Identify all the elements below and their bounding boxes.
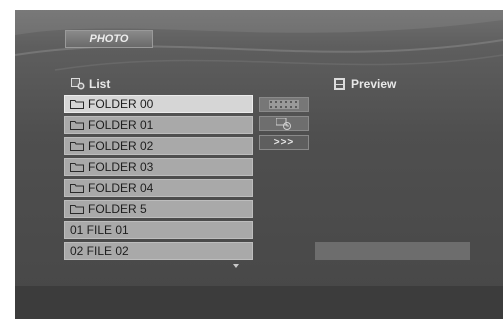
list-item-file[interactable]: 01 FILE 01 bbox=[64, 221, 253, 239]
slideshow-icon bbox=[276, 117, 291, 130]
list-item-label: FOLDER 5 bbox=[88, 202, 147, 216]
list-item-label: FOLDER 02 bbox=[88, 139, 154, 153]
slideshow-button[interactable] bbox=[259, 116, 309, 131]
list-item-folder[interactable]: FOLDER 01 bbox=[64, 116, 253, 134]
tab-photo[interactable]: PHOTO bbox=[65, 30, 153, 48]
filmstrip-icon bbox=[269, 100, 299, 109]
list-header: List bbox=[71, 77, 110, 91]
bottom-bar bbox=[15, 286, 503, 319]
info-bar bbox=[315, 242, 470, 260]
file-list: FOLDER 00 FOLDER 01 FOLDER 02 FOLDER 03 … bbox=[64, 95, 253, 263]
list-item-file[interactable]: 02 FILE 02 bbox=[64, 242, 253, 260]
list-title: List bbox=[89, 77, 111, 91]
folder-icon bbox=[70, 100, 84, 109]
folder-icon bbox=[70, 121, 84, 130]
list-item-folder[interactable]: FOLDER 04 bbox=[64, 179, 253, 197]
filmstrip-button[interactable] bbox=[259, 97, 309, 112]
folder-icon bbox=[70, 142, 84, 151]
list-photo-icon bbox=[71, 78, 85, 90]
list-item-folder[interactable]: FOLDER 02 bbox=[64, 137, 253, 155]
preview-header: Preview bbox=[333, 77, 396, 91]
folder-icon bbox=[70, 205, 84, 214]
folder-icon bbox=[70, 184, 84, 193]
folder-icon bbox=[70, 163, 84, 172]
list-item-folder[interactable]: FOLDER 5 bbox=[64, 200, 253, 218]
list-item-folder[interactable]: FOLDER 00 bbox=[64, 95, 253, 113]
preview-icon bbox=[334, 78, 345, 90]
list-item-label: FOLDER 03 bbox=[88, 160, 154, 174]
preview-title: Preview bbox=[351, 77, 397, 91]
list-item-label: FOLDER 01 bbox=[88, 118, 154, 132]
list-item-label: 02 FILE 02 bbox=[70, 244, 129, 258]
chevron-down-icon[interactable] bbox=[233, 264, 239, 268]
list-item-label: FOLDER 00 bbox=[88, 97, 154, 111]
photo-menu-screen: PHOTO List Preview FOLDER 00 FOLDER 01 F… bbox=[15, 10, 503, 319]
list-item-folder[interactable]: FOLDER 03 bbox=[64, 158, 253, 176]
list-item-label: FOLDER 04 bbox=[88, 181, 154, 195]
next-page-button[interactable]: >>> bbox=[259, 135, 309, 150]
list-item-label: 01 FILE 01 bbox=[70, 223, 129, 237]
